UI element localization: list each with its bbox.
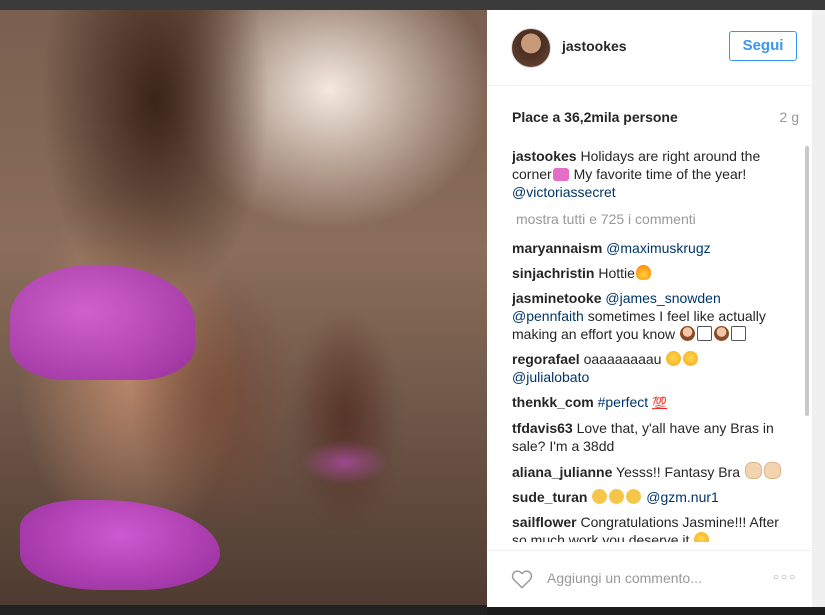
ribbon-emoji-icon — [552, 168, 569, 181]
heart-eyes-emoji-icon — [666, 351, 682, 366]
add-comment-input[interactable]: Aggiungi un commento... — [547, 570, 702, 586]
comment-item: thenkk_com #perfect 💯 — [512, 393, 797, 412]
comment-username[interactable]: aliana_julianne — [512, 464, 612, 480]
clapping-hands-emoji-icon — [744, 462, 762, 479]
smile-emoji-icon — [694, 532, 710, 542]
comment-mention[interactable]: @pennfaith — [512, 308, 584, 324]
comment-mention[interactable]: @maximuskrugz — [606, 240, 710, 256]
post-header: jastookes Segui — [487, 10, 812, 86]
caption: jastookes Holidays are right around the … — [512, 147, 797, 201]
photo-lingerie-top — [10, 265, 195, 380]
neutral-face-emoji-icon — [592, 489, 608, 504]
missing-glyph-icon — [697, 326, 713, 341]
comment-item: maryannaism @maximuskrugz — [512, 239, 797, 257]
comment-item: sailflower Congratulations Jasmine!!! Af… — [512, 513, 797, 542]
photo-hair-region — [40, 10, 270, 310]
page-right-margin — [812, 10, 825, 615]
neutral-face-emoji-icon — [626, 489, 642, 504]
caption-mention[interactable]: @victoriassecret — [512, 184, 616, 200]
woman-emoji-icon — [714, 326, 730, 341]
comment-item: tfdavis63 Love that, y'all have any Bras… — [512, 419, 797, 455]
woman-emoji-icon — [680, 326, 696, 341]
post-photo[interactable] — [0, 10, 487, 615]
fire-emoji-icon — [635, 265, 651, 280]
comment-item: aliana_julianne Yesss!! Fantasy Bra — [512, 462, 797, 481]
follow-button[interactable]: Segui — [729, 31, 797, 61]
comment-text: Hottie — [598, 265, 635, 281]
comment-text: Yesss!! Fantasy Bra — [616, 464, 744, 480]
comment-username[interactable]: tfdavis63 — [512, 420, 573, 436]
comment-hashtag[interactable]: #perfect — [598, 394, 649, 410]
browser-top-strip — [0, 0, 825, 10]
hundred-emoji-icon: 💯 — [652, 396, 668, 410]
photo-background-figure — [290, 310, 400, 530]
author-username[interactable]: jastookes — [562, 38, 627, 54]
neutral-face-emoji-icon — [609, 489, 625, 504]
show-all-comments-link[interactable]: mostra tutti e 725 i commenti — [516, 211, 797, 227]
comment-username[interactable]: jasminetooke — [512, 290, 601, 306]
heart-icon[interactable] — [511, 569, 533, 589]
comment-text: oaaaaaaaau — [583, 351, 666, 367]
post-footer: Aggiungi un commento... ○○○ — [487, 550, 812, 608]
more-options-icon[interactable]: ○○○ — [773, 572, 797, 583]
caption-username[interactable]: jastookes — [512, 148, 577, 164]
comment-item: sude_turan @gzm.nur1 — [512, 488, 797, 506]
likes-count[interactable]: Place a 36,2mila persone — [512, 109, 678, 125]
caption-text-2: My favorite time of the year! — [569, 166, 747, 182]
photo-bottom-edge — [0, 605, 487, 615]
photo-lingerie-bottom — [20, 500, 220, 590]
comment-username[interactable]: sailflower — [512, 514, 577, 530]
post-age[interactable]: 2 g — [780, 109, 799, 125]
missing-glyph-icon — [731, 326, 747, 341]
comment-username[interactable]: thenkk_com — [512, 394, 594, 410]
comment-mention[interactable]: @james_snowden — [605, 290, 720, 306]
comment-item: jasminetooke @james_snowden @pennfaith s… — [512, 289, 797, 343]
photo-background-figure-detail — [300, 440, 390, 485]
comment-mention[interactable]: @gzm.nur1 — [646, 489, 719, 505]
heart-eyes-emoji-icon — [683, 351, 699, 366]
comment-username[interactable]: regorafael — [512, 351, 580, 367]
post-side-panel: jastookes Segui Place a 36,2mila persone… — [487, 10, 812, 607]
comment-item: sinjachristin Hottie — [512, 264, 797, 282]
comment-mention[interactable]: @julialobato — [512, 369, 589, 385]
comment-username[interactable]: maryannaism — [512, 240, 602, 256]
comment-username[interactable]: sude_turan — [512, 489, 587, 505]
comment-item: regorafael oaaaaaaaau @julialobato — [512, 350, 797, 386]
avatar[interactable] — [511, 28, 551, 68]
comments-list: jastookes Holidays are right around the … — [512, 147, 797, 542]
clapping-hands-emoji-icon — [763, 462, 781, 479]
comment-username[interactable]: sinjachristin — [512, 265, 594, 281]
comments-scrollbar[interactable] — [805, 146, 809, 416]
page-bottom-strip — [487, 607, 825, 615]
